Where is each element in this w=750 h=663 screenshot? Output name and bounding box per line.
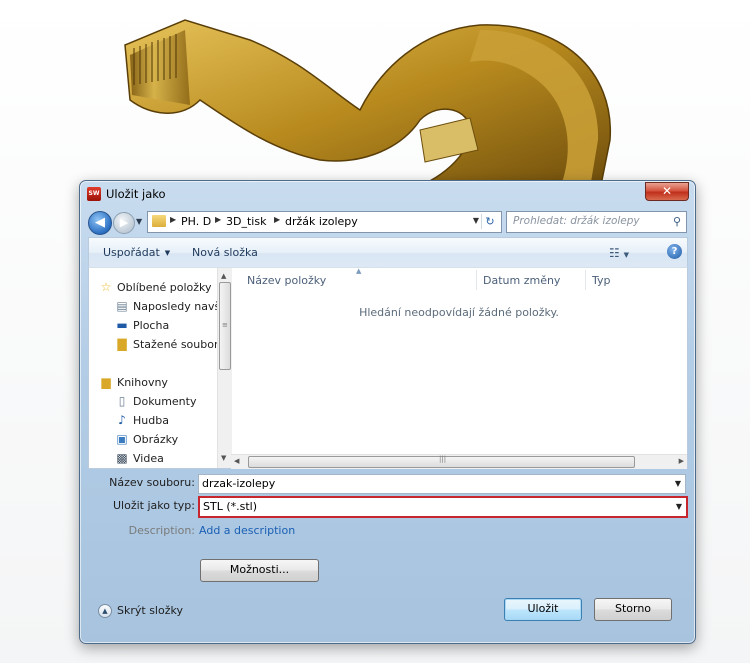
search-box[interactable]: Prohledat: držák izolepy ⚲ [506,211,687,233]
documents-icon: ▯ [118,394,126,408]
chevron-up-icon: ▲ [98,604,112,618]
file-list: ▲ Název položky Datum změny Typ Hledání … [231,267,687,469]
back-button[interactable]: ◀ [88,211,112,235]
view-options-icon[interactable]: ☷ ▼ [609,246,629,260]
search-icon[interactable]: ⚲ [673,215,681,228]
save-as-dialog: SW Uložit jako ✕ ◀ ▶ ▼ ▶ PH. D ▶ 3D_tisk… [79,180,696,644]
nav-label: Oblíbené položky [117,281,212,294]
star-icon: ☆ [100,280,112,294]
libraries-icon: ▆ [101,375,111,389]
nav-label: Dokumenty [133,395,197,408]
filetype-value: STL (*.stl) [203,500,258,513]
forward-button[interactable]: ▶ [113,212,135,234]
breadcrumb-item[interactable]: držák izolepy [285,215,358,228]
address-bar[interactable]: ▶ PH. D ▶ 3D_tisk ▶ držák izolepy ▼ ↻ [147,211,502,233]
column-header-type[interactable]: Typ [592,274,611,287]
scroll-down-icon[interactable]: ▼ [221,454,226,462]
hide-folders-toggle[interactable]: ▲ Skrýt složky [98,604,183,618]
column-header-date[interactable]: Datum změny [483,274,560,287]
filetype-select[interactable]: STL (*.stl) ▼ [198,496,688,518]
browser-pane: ☆ Oblíbené položky ▤ Naposledy navští ▬ … [88,267,688,469]
nav-label: Obrázky [133,433,179,446]
breadcrumb-item[interactable]: PH. D [181,215,211,228]
downloads-folder-icon: ▇ [117,337,127,351]
navigation-pane: ☆ Oblíbené položky ▤ Naposledy navští ▬ … [89,268,217,468]
chevron-right-icon[interactable]: ▶ [274,215,280,224]
nav-label: Plocha [133,319,170,332]
filename-label: Název souboru: [109,476,195,489]
chevron-right-icon[interactable]: ▶ [215,215,221,224]
add-description-link[interactable]: Add a description [199,524,295,537]
dialog-title: Uložit jako [106,187,166,201]
desktop-icon: ▬ [116,318,128,332]
cancel-button[interactable]: Storno [594,598,672,621]
chevron-right-icon[interactable]: ▶ [170,215,176,224]
organize-button[interactable]: Uspořádat ▼ [103,246,170,259]
pictures-icon: ▣ [116,432,128,446]
column-header-name[interactable]: Název položky [247,274,326,287]
column-divider[interactable] [476,270,477,290]
close-button[interactable]: ✕ [645,182,689,201]
save-button[interactable]: Uložit [504,598,582,621]
nav-label: Knihovny [117,376,168,389]
scroll-left-icon[interactable]: ◀ [234,457,239,465]
back-arrow-icon: ◀ [95,215,105,230]
options-button[interactable]: Možnosti... [200,559,319,582]
nav-label: Hudba [133,414,169,427]
filename-input[interactable]: drzak-izolepy ▼ [198,474,686,494]
organize-label: Uspořádat [103,246,160,259]
scroll-up-icon[interactable]: ▲ [221,272,226,280]
filetype-label: Uložit jako typ: [113,499,195,512]
search-placeholder: Prohledat: držák izolepy [513,215,640,227]
solidworks-app-icon: SW [87,187,101,201]
sort-ascending-icon: ▲ [356,267,362,275]
nav-label: Naposledy navští [133,300,217,313]
grip-icon: ≡ [222,321,228,329]
filename-value[interactable]: drzak-izolepy [202,477,275,490]
description-label: Description: [128,524,195,537]
new-folder-button[interactable]: Nová složka [192,246,258,259]
music-icon: ♪ [118,413,126,427]
save-options-area: Název souboru: drzak-izolepy ▼ Uložit ja… [88,467,688,633]
grip-icon: ||| [439,455,447,463]
chevron-down-icon[interactable]: ▼ [675,479,681,488]
help-icon[interactable]: ? [667,244,682,259]
nav-label: Videa [133,452,164,465]
command-toolbar: Uspořádat ▼ Nová složka ☷ ▼ ? [88,237,688,268]
hide-folders-label: Skrýt složky [117,604,183,617]
recent-places-icon: ▤ [116,299,128,313]
background-3d-model [124,19,611,191]
title-bar[interactable]: SW Uložit jako ✕ [80,181,695,207]
folder-icon [152,215,166,227]
empty-results-message: Hledání neodpovídají žádné položky. [359,306,559,319]
videos-icon: ▩ [116,451,128,465]
forward-arrow-icon: ▶ [119,216,129,229]
scrollbar-thumb[interactable]: ≡ [219,282,231,370]
chevron-down-icon: ▼ [164,249,171,257]
chevron-down-icon[interactable]: ▼ [676,502,682,511]
nav-label: Stažené soubory [133,338,217,351]
refresh-icon[interactable]: ↻ [481,214,498,229]
column-divider[interactable] [585,270,586,290]
scroll-right-icon[interactable]: ▶ [679,457,684,465]
recent-locations-dropdown[interactable]: ▼ [136,217,142,226]
breadcrumb-item[interactable]: 3D_tisk [226,215,266,228]
chevron-down-icon[interactable]: ▼ [473,216,479,225]
navigation-vertical-scrollbar[interactable]: ▲ ≡ ▼ [217,268,232,468]
